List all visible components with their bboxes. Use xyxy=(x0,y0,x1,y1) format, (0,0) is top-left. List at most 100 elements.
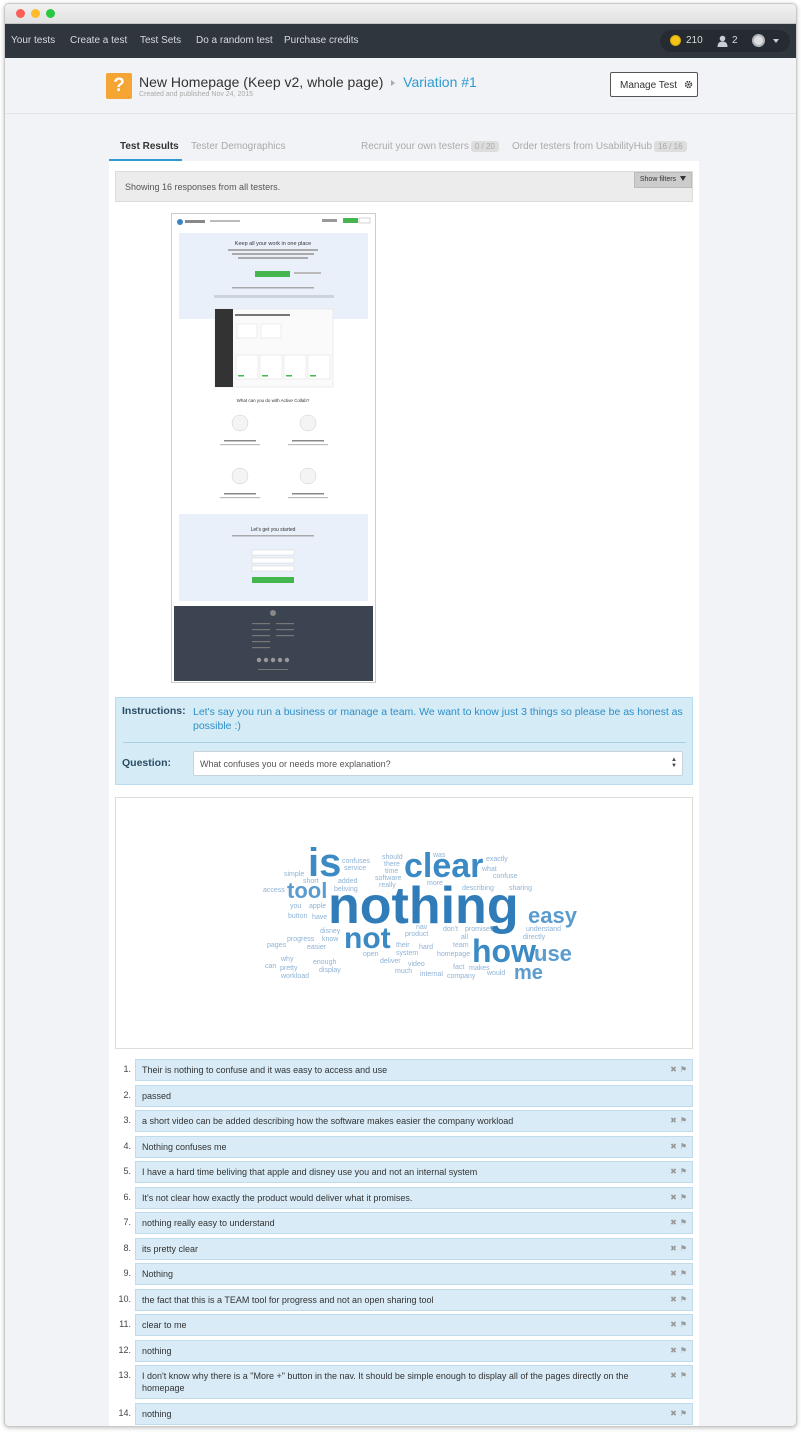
word-cloud-word[interactable]: progress xyxy=(287,936,315,943)
word-cloud-word[interactable]: would xyxy=(486,970,505,977)
word-cloud-word[interactable]: time xyxy=(385,868,398,875)
flag-icon[interactable]: ⚑ xyxy=(680,1409,687,1418)
word-cloud-word[interactable]: me xyxy=(514,962,543,984)
word-cloud-word[interactable]: homepage xyxy=(437,951,470,958)
avatar-icon[interactable] xyxy=(752,34,765,47)
nav-purchase-credits[interactable]: Purchase credits xyxy=(284,35,358,46)
word-cloud-word[interactable]: describing xyxy=(462,885,494,892)
word-cloud-word[interactable]: was xyxy=(432,852,446,859)
flag-icon[interactable]: ⚑ xyxy=(680,1371,687,1380)
remove-icon[interactable]: ✖ xyxy=(670,1065,677,1074)
word-cloud-word[interactable]: workload xyxy=(280,973,309,980)
word-cloud-word[interactable]: don't xyxy=(443,926,458,933)
variation-link[interactable]: Variation #1 xyxy=(403,74,477,90)
flag-icon[interactable]: ⚑ xyxy=(680,1065,687,1074)
flag-icon[interactable]: ⚑ xyxy=(680,1320,687,1329)
word-cloud-word[interactable]: why xyxy=(280,956,294,963)
design-screenshot[interactable]: Keep all your work in one place What can… xyxy=(171,213,376,683)
word-cloud-word[interactable]: what xyxy=(481,866,497,873)
word-cloud-word[interactable]: confuses xyxy=(342,858,371,865)
word-cloud-word[interactable]: understand xyxy=(526,926,561,933)
remove-icon[interactable]: ✖ xyxy=(670,1244,677,1253)
word-cloud-word[interactable]: confuse xyxy=(493,873,518,880)
word-cloud-word[interactable]: can xyxy=(265,963,276,970)
word-cloud-word[interactable]: internal xyxy=(420,971,443,978)
nav-create-test[interactable]: Create a test xyxy=(70,35,127,46)
word-cloud-word[interactable]: much xyxy=(395,968,412,975)
word-cloud-word[interactable]: product xyxy=(405,931,428,938)
flag-icon[interactable]: ⚑ xyxy=(680,1244,687,1253)
remove-icon[interactable]: ✖ xyxy=(670,1167,677,1176)
word-cloud-word[interactable]: button xyxy=(288,913,308,920)
flag-icon[interactable]: ⚑ xyxy=(680,1218,687,1227)
word-cloud-word[interactable]: short xyxy=(303,878,319,885)
word-cloud-word[interactable]: simple xyxy=(284,871,304,878)
maximize-window-icon[interactable] xyxy=(46,9,55,18)
word-cloud-word[interactable]: easier xyxy=(307,944,327,951)
word-cloud-word[interactable]: promises xyxy=(465,926,494,933)
word-cloud-word[interactable]: directly xyxy=(523,934,546,941)
remove-icon[interactable]: ✖ xyxy=(670,1116,677,1125)
caret-down-icon[interactable] xyxy=(773,39,779,43)
word-cloud-word[interactable]: have xyxy=(312,914,327,921)
minimize-window-icon[interactable] xyxy=(31,9,40,18)
remove-icon[interactable]: ✖ xyxy=(670,1142,677,1151)
word-cloud-word[interactable]: there xyxy=(384,861,400,868)
remove-icon[interactable]: ✖ xyxy=(670,1269,677,1278)
remove-icon[interactable]: ✖ xyxy=(670,1371,677,1380)
word-cloud-word[interactable]: video xyxy=(408,961,425,968)
word-cloud-word[interactable]: really xyxy=(379,882,396,889)
tab-test-results[interactable]: Test Results xyxy=(120,141,179,152)
flag-icon[interactable]: ⚑ xyxy=(680,1167,687,1176)
word-cloud-word[interactable]: nav xyxy=(416,924,428,931)
word-cloud-word[interactable]: apple xyxy=(309,903,326,910)
nav-test-sets[interactable]: Test Sets xyxy=(140,35,181,46)
manage-test-button[interactable]: Manage Test xyxy=(610,72,698,97)
flag-icon[interactable]: ⚑ xyxy=(680,1269,687,1278)
word-cloud-word[interactable]: deliver xyxy=(380,958,401,965)
credits-count[interactable]: 210 xyxy=(686,35,703,46)
word-cloud-word[interactable]: service xyxy=(344,865,366,872)
word-cloud-word[interactable]: should xyxy=(382,854,403,861)
remove-icon[interactable]: ✖ xyxy=(670,1409,677,1418)
remove-icon[interactable]: ✖ xyxy=(670,1218,677,1227)
word-cloud-word[interactable]: software xyxy=(375,875,402,882)
testers-count[interactable]: 2 xyxy=(732,35,738,46)
word-cloud-word[interactable]: know xyxy=(322,936,339,943)
word-cloud-word[interactable]: sharing xyxy=(509,885,532,892)
word-cloud-word[interactable]: easy xyxy=(528,903,578,928)
word-cloud-word[interactable]: fact xyxy=(453,964,464,971)
tab-recruit-testers[interactable]: Recruit your own testers 0 / 20 xyxy=(361,141,499,152)
word-cloud-word[interactable]: access xyxy=(263,887,285,894)
remove-icon[interactable]: ✖ xyxy=(670,1193,677,1202)
flag-icon[interactable]: ⚑ xyxy=(680,1193,687,1202)
word-cloud-word[interactable]: hard xyxy=(419,944,433,951)
word-cloud-word[interactable]: all xyxy=(461,934,468,941)
word-cloud-word[interactable]: company xyxy=(447,973,476,980)
word-cloud-word[interactable]: pages xyxy=(267,942,287,949)
word-cloud-word[interactable]: open xyxy=(363,951,379,958)
word-cloud-word[interactable]: display xyxy=(319,967,341,974)
nav-random-test[interactable]: Do a random test xyxy=(196,35,273,46)
tab-tester-demographics[interactable]: Tester Demographics xyxy=(191,141,285,152)
show-filters-button[interactable]: Show filters xyxy=(633,172,692,188)
word-cloud-word[interactable]: exactly xyxy=(486,856,508,863)
flag-icon[interactable]: ⚑ xyxy=(680,1116,687,1125)
word-cloud-word[interactable]: pretty xyxy=(280,965,298,972)
word-cloud-word[interactable]: enough xyxy=(313,959,336,966)
flag-icon[interactable]: ⚑ xyxy=(680,1346,687,1355)
word-cloud-word[interactable]: you xyxy=(290,903,301,910)
tab-order-testers[interactable]: Order testers from UsabilityHub 16 / 16 xyxy=(512,141,687,152)
word-cloud-word[interactable]: more xyxy=(427,880,443,887)
close-window-icon[interactable] xyxy=(16,9,25,18)
flag-icon[interactable]: ⚑ xyxy=(680,1295,687,1304)
flag-icon[interactable]: ⚑ xyxy=(680,1142,687,1151)
remove-icon[interactable]: ✖ xyxy=(670,1295,677,1304)
remove-icon[interactable]: ✖ xyxy=(670,1320,677,1329)
word-cloud-word[interactable]: disney xyxy=(320,928,341,935)
nav-your-tests[interactable]: Your tests xyxy=(11,35,55,46)
remove-icon[interactable]: ✖ xyxy=(670,1346,677,1355)
word-cloud-word[interactable]: beliving xyxy=(334,886,358,893)
word-cloud-word[interactable]: added xyxy=(338,878,358,885)
word-cloud-word[interactable]: their xyxy=(396,942,410,949)
